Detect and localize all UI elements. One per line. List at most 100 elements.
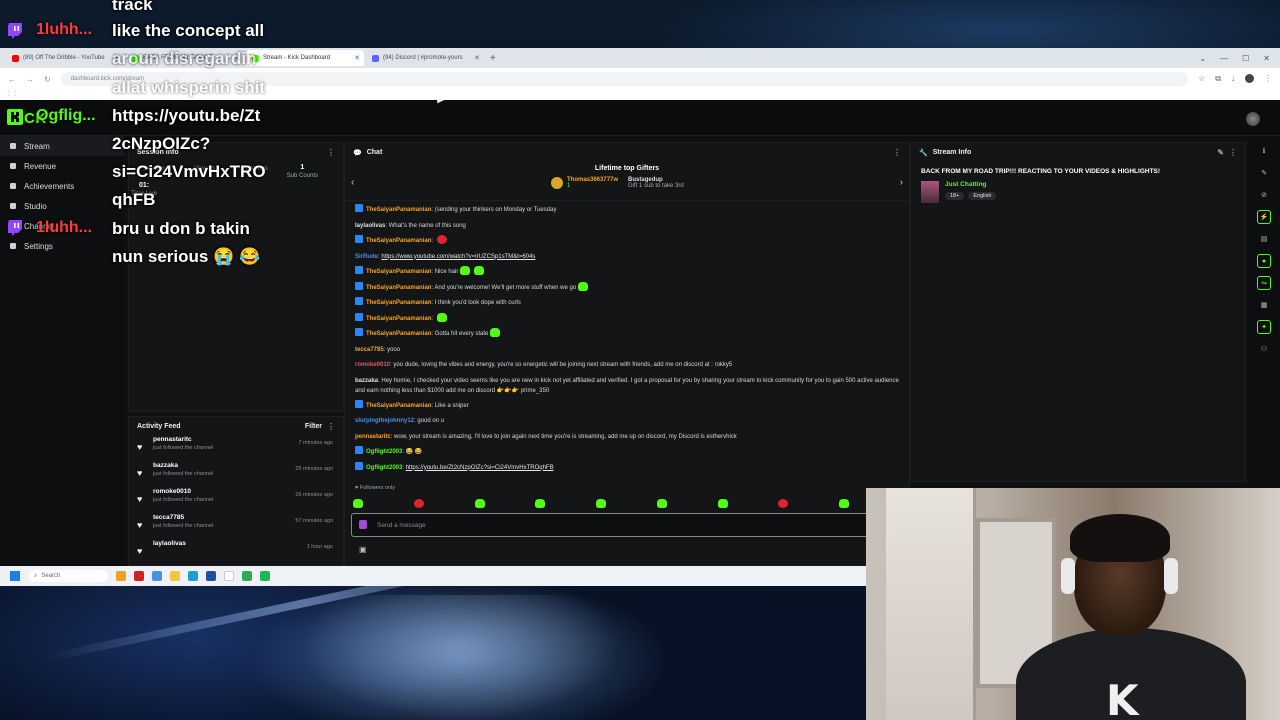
document-icon[interactable]: ▤ bbox=[1257, 232, 1271, 246]
chat-username[interactable]: TheSaiyanPanamanian bbox=[366, 207, 431, 213]
chat-message-input[interactable]: Send a message bbox=[351, 513, 901, 537]
minimize-button[interactable]: — bbox=[1220, 54, 1228, 63]
folder-icon[interactable] bbox=[170, 571, 180, 581]
verified-badge-icon bbox=[355, 461, 363, 470]
chat-username[interactable]: pennastaritc bbox=[355, 434, 391, 440]
chrome-icon[interactable] bbox=[242, 571, 252, 581]
activity-feed-header: Activity Feed Filter ⋮ bbox=[129, 417, 343, 436]
chat-message: laylaolivas: What's the name of this son… bbox=[355, 222, 466, 229]
emote-icon[interactable] bbox=[839, 499, 849, 508]
chevron-down-icon[interactable]: ⌄ bbox=[1199, 54, 1206, 63]
chat-text: Nice hair bbox=[434, 269, 459, 275]
stream-tags: 18+ English bbox=[945, 192, 997, 200]
chat-username[interactable]: TheSaiyanPanamanian bbox=[366, 403, 431, 409]
download-icon[interactable]: ↓ bbox=[1231, 74, 1235, 84]
gifter-name[interactable]: Thomas3663777w bbox=[567, 177, 618, 183]
clipboard-icon[interactable]: ▦ bbox=[1257, 298, 1271, 312]
chat-username[interactable]: Ogflight2003 bbox=[366, 465, 402, 471]
chat-username[interactable]: tecca7785 bbox=[355, 347, 384, 353]
chat-username[interactable]: TheSaiyanPanamanian bbox=[366, 285, 431, 291]
mic-icon[interactable] bbox=[359, 520, 367, 529]
edit-icon[interactable]: ✎ bbox=[1217, 148, 1224, 157]
more-options-icon[interactable]: ⋮ bbox=[893, 148, 901, 157]
maximize-button[interactable]: ☐ bbox=[1242, 54, 1249, 63]
emote-icon[interactable] bbox=[353, 499, 363, 508]
emote-icon[interactable] bbox=[717, 499, 728, 508]
info-icon[interactable]: ℹ bbox=[1257, 144, 1271, 158]
chat-username[interactable]: TheSaiyanPanamanian bbox=[366, 316, 431, 322]
chat-link[interactable]: https://www.youtube.com/watch?v=lrUZCSp1… bbox=[381, 254, 535, 260]
activity-time: 26 minutes ago bbox=[295, 492, 333, 498]
close-window-button[interactable]: ✕ bbox=[1263, 54, 1270, 63]
emote-icon[interactable] bbox=[596, 499, 606, 508]
gold-medal-icon bbox=[551, 177, 563, 189]
new-tab-button[interactable]: + bbox=[490, 53, 496, 64]
emote-icon bbox=[436, 235, 447, 244]
chat-text: yoo dude, loving the vibes and energy, y… bbox=[393, 362, 733, 368]
bolt-icon[interactable]: ⚡ bbox=[1257, 210, 1271, 224]
more-options-icon[interactable]: ⋮ bbox=[327, 422, 335, 431]
overlay-message-line: https://youtu.be/Zt bbox=[112, 106, 261, 125]
chat-username[interactable]: romoke0010 bbox=[355, 362, 390, 368]
app-icon[interactable] bbox=[134, 571, 144, 581]
windows-start-icon[interactable] bbox=[10, 571, 20, 581]
chat-header: 💬 Chat ⋮ bbox=[345, 143, 909, 162]
users-icon[interactable]: ⚇ bbox=[1257, 342, 1271, 356]
star-icon[interactable]: ☆ bbox=[1198, 74, 1205, 84]
chat-username[interactable]: Ogflight2003 bbox=[366, 449, 402, 455]
menu-icon[interactable]: ⋮ bbox=[1264, 74, 1272, 84]
emote-icon[interactable] bbox=[535, 499, 546, 508]
category-thumbnail bbox=[921, 181, 939, 203]
chat-username[interactable]: TheSaiyanPanamanian bbox=[366, 238, 431, 244]
extensions-icon[interactable]: ⧉ bbox=[1215, 74, 1221, 84]
emote-icon bbox=[436, 312, 447, 322]
tab-discord[interactable]: (94) Discord | #promote-yours ✕ bbox=[366, 50, 484, 66]
filter-button[interactable]: Filter bbox=[305, 423, 322, 430]
verified-badge-icon bbox=[355, 399, 363, 408]
chat-username[interactable]: TheSaiyanPanamanian bbox=[366, 269, 431, 275]
tool-icon[interactable]: ✦ bbox=[1257, 320, 1271, 334]
activity-row: ♥ laylaolivas 1 hour ago bbox=[129, 540, 343, 565]
chat-bubble-icon[interactable]: ● bbox=[1257, 254, 1271, 268]
chat-text: What's the name of this song bbox=[388, 222, 466, 229]
verified-badge-icon bbox=[355, 204, 363, 212]
tab-close-icon[interactable]: ✕ bbox=[474, 54, 480, 62]
emote-quickbar bbox=[351, 499, 851, 508]
block-icon[interactable]: ⊘ bbox=[1257, 188, 1271, 202]
stream-category: Just Chatting 18+ English bbox=[911, 181, 1245, 203]
emote-icon[interactable] bbox=[656, 499, 667, 508]
weather-icon[interactable] bbox=[116, 571, 126, 581]
activity-time: 57 minutes ago bbox=[295, 518, 333, 524]
edge-icon[interactable] bbox=[188, 571, 198, 581]
chat-link[interactable]: https://youtu.be/Zt2cNzpOIZc?si=Ci24VmvH… bbox=[406, 465, 554, 471]
emote-icon[interactable] bbox=[413, 499, 424, 508]
more-options-icon[interactable]: ⋮ bbox=[327, 148, 335, 157]
emote-icon[interactable] bbox=[778, 499, 789, 508]
profile-avatar[interactable] bbox=[1245, 74, 1254, 83]
chat-message: pennastaritc: wow, your stream is amazin… bbox=[355, 433, 737, 440]
chat-username[interactable]: TheSaiyanPanamanian bbox=[366, 300, 431, 306]
app-icon[interactable] bbox=[260, 571, 270, 581]
overlay-message-line: track bbox=[112, 0, 153, 14]
chevron-right-icon[interactable]: › bbox=[900, 177, 903, 188]
steam-icon[interactable] bbox=[206, 571, 216, 581]
notepad-icon[interactable] bbox=[224, 571, 234, 581]
category-name[interactable]: Just Chatting bbox=[945, 181, 996, 188]
emote-icon[interactable] bbox=[474, 499, 485, 508]
chat-username[interactable]: laylaolivas bbox=[355, 223, 385, 229]
stream-info-panel: 🔧 Stream Info ✎ ⋮ BACK FROM MY ROAD TRIP… bbox=[910, 142, 1246, 482]
tab-close-icon[interactable]: ✕ bbox=[354, 54, 360, 62]
chat-username[interactable]: SirRude bbox=[355, 254, 378, 260]
taskbar-search[interactable]: ⌕ Search bbox=[28, 570, 108, 582]
raid-icon[interactable]: ⇋ bbox=[1257, 276, 1271, 290]
chat-username[interactable]: bazzaka bbox=[355, 378, 378, 384]
chevron-left-icon[interactable]: ‹ bbox=[351, 177, 354, 188]
app-icon[interactable] bbox=[152, 571, 162, 581]
more-options-icon[interactable]: ⋮ bbox=[1229, 148, 1237, 157]
chat-username[interactable]: slurpingthejohnny12 bbox=[355, 418, 414, 424]
chat-username[interactable]: TheSaiyanPanamanian bbox=[366, 331, 431, 337]
gift-icon[interactable]: ▣ bbox=[359, 545, 367, 554]
user-avatar[interactable] bbox=[1246, 112, 1260, 126]
pencil-icon[interactable]: ✎ bbox=[1257, 166, 1271, 180]
top-gifters: Lifetime top Gifters ‹ › Thomas3663777w … bbox=[345, 161, 909, 201]
